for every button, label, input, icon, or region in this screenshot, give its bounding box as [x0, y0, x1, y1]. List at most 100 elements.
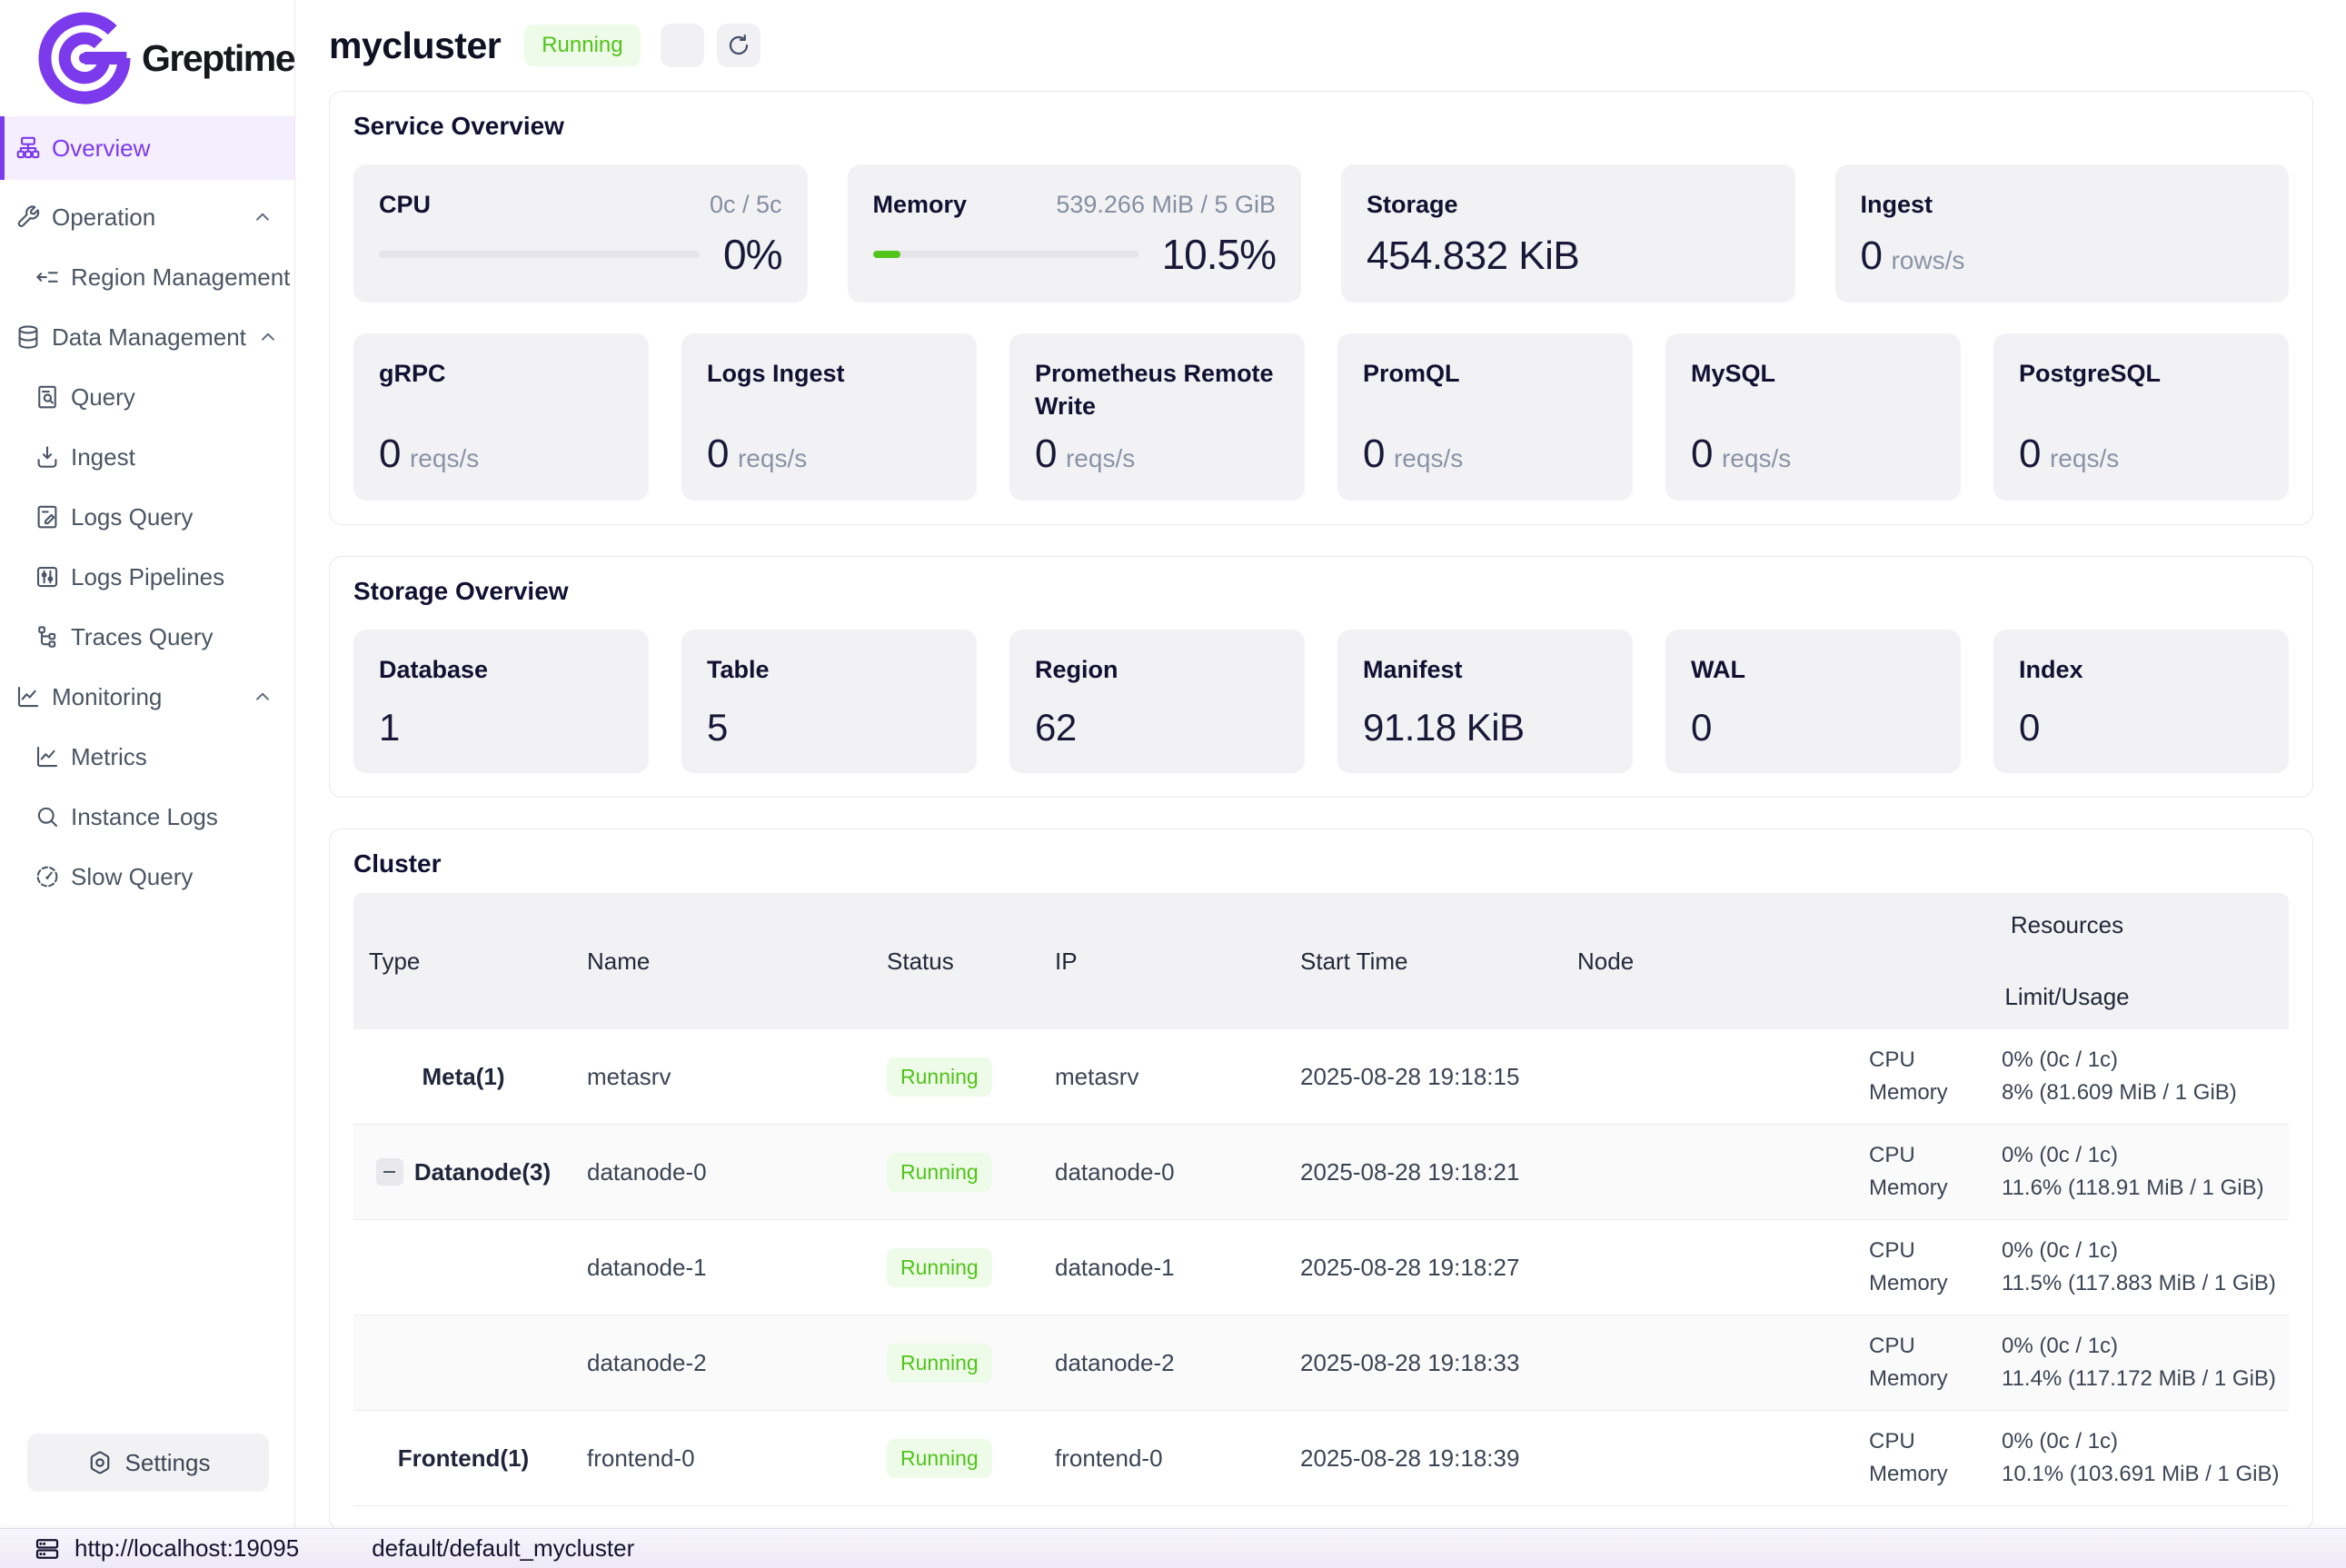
protocol-card-value: 0: [379, 432, 401, 477]
protocol-card-unit: reqs/s: [2050, 444, 2119, 473]
service-metric-cards: CPU 0c / 5c 0% Memory 539.266 MiB / 5 Gi…: [353, 164, 2289, 303]
cluster-table-header: Type Name Status IP Start Time Node Reso…: [353, 893, 2289, 1029]
cell-name: datanode-2: [573, 1349, 873, 1377]
protocol-card-value: 0: [2019, 432, 2041, 477]
refresh-button[interactable]: [717, 24, 760, 67]
doc-edit-icon: [34, 503, 61, 531]
service-overview-title: Service Overview: [353, 112, 2289, 141]
cell-status: Running: [873, 1248, 1041, 1287]
protocol-card-value: 0: [1691, 432, 1713, 477]
cell-start-time: 2025-08-28 19:18:33: [1287, 1349, 1564, 1377]
cpu-resource-value: 0% (0c / 1c): [2002, 1236, 2289, 1265]
storage-card-label: Region: [1035, 653, 1279, 686]
cell-type: Datanode(3): [353, 1158, 573, 1186]
cell-status: Running: [873, 1153, 1041, 1192]
chevron-up-icon: [251, 205, 274, 229]
sidebar-item-logs-pipelines[interactable]: Logs Pipelines: [0, 549, 294, 605]
brand-logo[interactable]: Greptime: [0, 0, 294, 116]
protocol-card-unit: reqs/s: [1394, 444, 1463, 473]
cpu-resource-value: 0% (0c / 1c): [2002, 1046, 2289, 1075]
brand-name: Greptime: [142, 37, 294, 80]
cell-type: Meta(1): [353, 1063, 573, 1091]
sidebar-nav: Overview Operation Region ManagementData M…: [0, 116, 294, 905]
col-node: Node: [1564, 948, 1845, 976]
cpu-progress-bar: [379, 251, 700, 258]
cluster-title: Cluster: [353, 849, 2289, 878]
sidebar-item-data-management[interactable]: Data Management: [0, 309, 294, 365]
col-resources: Resources Limit/Usage: [1845, 893, 2289, 1029]
cluster-table-row: Datanode(3)datanode-0Runningdatanode-020…: [353, 1125, 2289, 1220]
sidebar-item-operation[interactable]: Operation: [0, 189, 294, 245]
chevron-up-icon: [256, 325, 280, 349]
protocol-card-value-row: 0reqs/s: [1363, 432, 1607, 477]
gear-icon: [86, 1449, 114, 1476]
sidebar-item-slow-query[interactable]: Slow Query: [0, 849, 294, 905]
sidebar-item-label: Overview: [52, 134, 150, 163]
resources-grid: CPU0% (0c / 1c)Memory10.1% (103.691 MiB …: [1869, 1427, 2289, 1489]
protocol-card-label: MySQL: [1691, 357, 1935, 390]
cell-resources: CPU0% (0c / 1c)Memory11.5% (117.883 MiB …: [1845, 1236, 2289, 1298]
cell-ip: datanode-1: [1041, 1254, 1287, 1282]
protocol-card-prometheus-remote-write: Prometheus Remote Write0reqs/s: [1009, 333, 1305, 501]
type-label: Frontend(1): [398, 1444, 529, 1473]
storage-card-wal: WAL0: [1665, 630, 1961, 773]
settings-label: Settings: [125, 1449, 211, 1477]
cell-status: Running: [873, 1439, 1041, 1478]
sidebar-item-metrics[interactable]: Metrics: [0, 729, 294, 785]
cluster-action-button[interactable]: [661, 24, 704, 67]
memory-progress-bar: [873, 251, 1138, 258]
storage-overview-panel: Storage Overview Database1Table5Region62…: [329, 556, 2313, 798]
cpu-capacity: 0c / 5c: [710, 191, 782, 219]
sidebar-item-traces-query[interactable]: Traces Query: [0, 609, 294, 665]
protocol-card-value-row: 0reqs/s: [707, 432, 951, 477]
main-content: mycluster Running Service Overview CPU 0…: [295, 0, 2346, 1528]
split-arrow-icon: [34, 263, 61, 291]
sidebar-item-overview[interactable]: Overview: [0, 116, 294, 180]
protocol-card-unit: reqs/s: [1066, 444, 1135, 473]
resources-grid: CPU0% (0c / 1c)Memory11.5% (117.883 MiB …: [1869, 1236, 2289, 1298]
sidebar-item-query[interactable]: Query: [0, 369, 294, 425]
status-badge: Running: [524, 25, 640, 66]
protocol-card-value: 0: [707, 432, 729, 477]
limit-usage-header: Limit/Usage: [1845, 983, 2289, 1011]
ingest-value: 0: [1861, 233, 1883, 279]
ingest-unit: rows/s: [1891, 246, 1964, 275]
sidebar-item-label: Traces Query: [71, 623, 214, 651]
storage-card-table: Table5: [681, 630, 977, 773]
protocol-card-value: 0: [1035, 432, 1057, 477]
cell-resources: CPU0% (0c / 1c)Memory8% (81.609 MiB / 1 …: [1845, 1046, 2289, 1107]
sidebar-item-monitoring[interactable]: Monitoring: [0, 669, 294, 725]
collapse-button[interactable]: [376, 1158, 403, 1186]
resources-grid: CPU0% (0c / 1c)Memory8% (81.609 MiB / 1 …: [1869, 1046, 2289, 1107]
status-bar: http://localhost:19095 default/default_m…: [0, 1528, 2346, 1568]
col-start-time: Start Time: [1287, 948, 1564, 976]
import-icon: [34, 443, 61, 471]
cell-resources: CPU0% (0c / 1c)Memory10.1% (103.691 MiB …: [1845, 1427, 2289, 1489]
memory-resource-value: 11.5% (117.883 MiB / 1 GiB): [2002, 1269, 2289, 1298]
server-url-item: http://localhost:19095: [34, 1534, 299, 1563]
protocol-card-value-row: 0reqs/s: [379, 432, 623, 477]
sidebar-item-label: Metrics: [71, 743, 147, 771]
sidebar: Greptime Overview Operation Region Managem…: [0, 0, 295, 1528]
storage-label: Storage: [1367, 188, 1770, 221]
sidebar-item-region-management[interactable]: Region Management: [0, 249, 294, 305]
cell-start-time: 2025-08-28 19:18:21: [1287, 1158, 1564, 1186]
memory-capacity: 539.266 MiB / 5 GiB: [1056, 191, 1276, 219]
storage-card-label: WAL: [1691, 653, 1935, 686]
memory-percent: 10.5%: [1162, 230, 1276, 279]
cell-ip: datanode-2: [1041, 1349, 1287, 1377]
page-title: mycluster: [329, 25, 501, 67]
sidebar-item-instance-logs[interactable]: Instance Logs: [0, 789, 294, 845]
sidebar-item-label: Operation: [52, 203, 155, 232]
storage-card-label: Table: [707, 653, 951, 686]
sidebar-item-label: Logs Query: [71, 503, 193, 531]
cluster-table-body: Meta(1)metasrvRunningmetasrv2025-08-28 1…: [353, 1029, 2289, 1506]
settings-button[interactable]: Settings: [27, 1434, 269, 1492]
cell-name: datanode-0: [573, 1158, 873, 1186]
sidebar-item-logs-query[interactable]: Logs Query: [0, 489, 294, 545]
memory-resource-value: 11.6% (118.91 MiB / 1 GiB): [2002, 1174, 2289, 1203]
cell-start-time: 2025-08-28 19:18:15: [1287, 1063, 1564, 1091]
memory-resource-label: Memory: [1869, 1078, 2002, 1107]
sidebar-item-ingest[interactable]: Ingest: [0, 429, 294, 485]
page-header: mycluster Running: [329, 0, 2313, 91]
